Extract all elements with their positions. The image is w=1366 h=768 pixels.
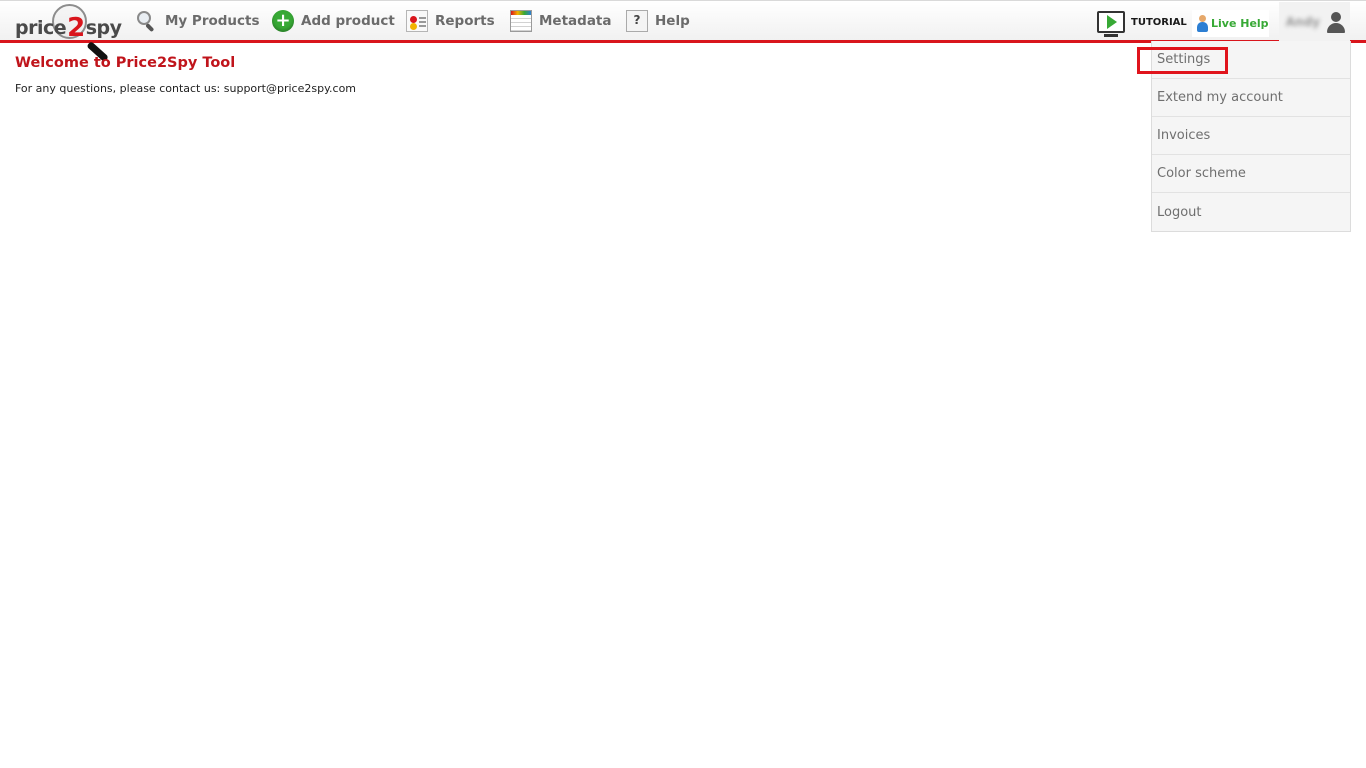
plus-circle-icon: + <box>272 10 294 32</box>
user-menu-toggle[interactable]: Andy <box>1279 2 1350 42</box>
menu-item-invoices[interactable]: Invoices <box>1152 117 1350 155</box>
top-navigation-bar: price2spy My Products + Add product Repo… <box>0 0 1366 63</box>
menu-item-settings[interactable]: Settings <box>1152 41 1350 79</box>
support-agent-icon <box>1196 14 1208 33</box>
nav-reports-label: Reports <box>435 13 495 29</box>
nav-add-product-label: Add product <box>301 13 395 29</box>
tutorial-button[interactable]: TUTORIAL <box>1097 11 1187 37</box>
nav-metadata[interactable]: Metadata <box>510 1 612 41</box>
nav-reports[interactable]: Reports <box>406 1 495 41</box>
nav-my-products[interactable]: My Products <box>136 1 260 41</box>
nav-my-products-label: My Products <box>165 13 260 29</box>
user-name: Andy <box>1285 15 1320 29</box>
search-icon <box>136 10 158 33</box>
page-title: Welcome to Price2Spy Tool <box>15 55 236 71</box>
nav-metadata-label: Metadata <box>539 13 612 29</box>
user-icon <box>1326 11 1346 33</box>
video-play-icon <box>1097 11 1125 37</box>
menu-item-color-scheme[interactable]: Color scheme <box>1152 155 1350 193</box>
question-icon: ? <box>626 10 648 32</box>
user-dropdown-menu: Settings Extend my account Invoices Colo… <box>1151 41 1351 232</box>
logo-text: price2spy <box>15 13 122 43</box>
live-help-label: Live Help <box>1211 17 1269 30</box>
tutorial-label: TUTORIAL <box>1131 16 1187 28</box>
nav-help[interactable]: ? Help <box>626 1 690 41</box>
price2spy-logo[interactable]: price2spy <box>15 3 122 63</box>
contact-text: For any questions, please contact us: su… <box>15 82 357 95</box>
nav-add-product[interactable]: + Add product <box>272 1 395 41</box>
menu-item-logout[interactable]: Logout <box>1152 193 1350 231</box>
menu-item-extend-account[interactable]: Extend my account <box>1152 79 1350 117</box>
live-help-button[interactable]: Live Help <box>1192 10 1269 37</box>
nav-help-label: Help <box>655 13 690 29</box>
report-icon <box>406 10 428 32</box>
spreadsheet-icon <box>510 10 532 32</box>
